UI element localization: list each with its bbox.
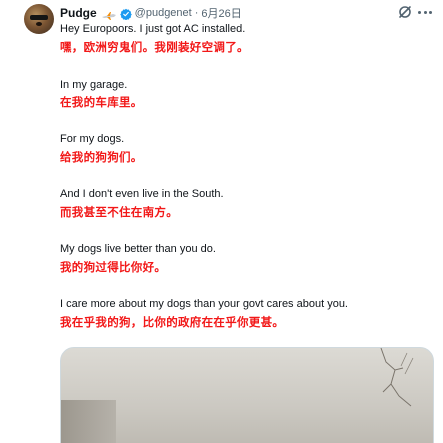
tweet-media-image[interactable] [60, 347, 434, 443]
translation-line: 我的狗过得比你好。 [60, 262, 167, 274]
dot-graphic [423, 10, 427, 14]
separator-dot: · [194, 7, 199, 19]
user-handle[interactable]: @pudgenet [135, 7, 192, 19]
tweet-text-line: And I don't even live in the South. [60, 188, 224, 200]
avatar[interactable] [24, 4, 54, 34]
nose-graphic [36, 22, 42, 26]
grok-icon[interactable] [398, 5, 412, 19]
translation-line: 而我甚至不住在南方。 [60, 207, 178, 219]
translation-line: 给我的狗狗们。 [60, 152, 143, 164]
display-name[interactable]: Pudge [60, 6, 97, 20]
verified-badge-icon[interactable] [119, 7, 132, 21]
sunglasses-graphic [30, 15, 48, 20]
ceiling-crack-graphic [380, 348, 414, 407]
dot-graphic [429, 10, 432, 14]
dot-graphic [418, 10, 421, 14]
tweet-text-line: I care more about my dogs than your govt… [60, 298, 348, 310]
tweet: Pudge @pudgenet · 6月26日 Hey Europoors. I… [0, 0, 443, 443]
post-date[interactable]: 6月26日 [201, 5, 241, 21]
tweet-text-line: My dogs live better than you do. [60, 243, 216, 255]
translation-line: 我在乎我的狗，比你的政府在在乎你更甚。 [60, 317, 285, 329]
translation-line: 在我的车库里。 [60, 97, 143, 109]
tweet-text-line: For my dogs. [60, 133, 125, 145]
more-options-icon[interactable] [418, 5, 432, 19]
translation-line: 嘿，欧洲穷鬼们。我刚装好空调了。 [60, 42, 249, 54]
tweet-text-line: Hey Europoors. I just got AC installed. [60, 23, 246, 35]
tweet-header: Pudge @pudgenet · 6月26日 [60, 5, 242, 21]
airplane-emoji-icon [101, 8, 117, 20]
shadow-graphic [61, 400, 116, 443]
tweet-text-line: In my garage. [60, 79, 128, 91]
